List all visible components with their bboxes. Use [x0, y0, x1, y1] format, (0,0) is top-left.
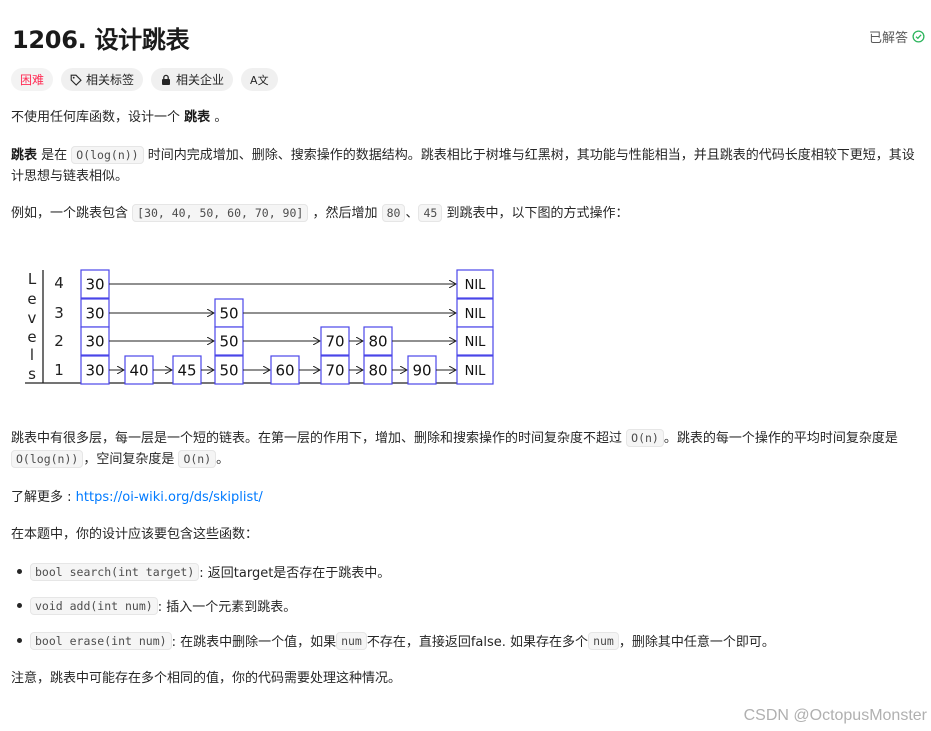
- page-title: 1206. 设计跳表: [12, 26, 190, 54]
- axis-letter: e: [27, 290, 36, 308]
- add-description: : 插入一个元素到跳表。: [157, 600, 297, 615]
- axis-letter: s: [28, 365, 36, 383]
- translate-icon: A文: [250, 73, 269, 87]
- desc-bold: 跳表: [11, 148, 38, 163]
- node-value: 30: [85, 305, 104, 323]
- nil-label: NIL: [465, 364, 487, 379]
- intro-text: 不使用任何库函数，设计一个: [11, 110, 181, 125]
- erase-description-b: 不存在，直接返回false. 如果存在多个: [366, 635, 589, 650]
- watermark: CSDN @OctopusMonster: [743, 707, 927, 724]
- add-signature: void add(int num): [30, 596, 158, 615]
- desc-text-a: 是在: [37, 148, 72, 163]
- node-value: 30: [85, 362, 104, 380]
- levels-text-d: 。: [216, 452, 230, 467]
- tag-bar: 困难 相关标签 相关企业 A文: [11, 68, 278, 91]
- solved-status: 已解答: [869, 27, 925, 46]
- levels-code-3: O(n): [178, 450, 217, 468]
- nil-label: NIL: [465, 335, 487, 350]
- node-value: 30: [85, 276, 104, 294]
- nil-label: NIL: [465, 278, 487, 293]
- example-text-c: 、: [405, 206, 419, 221]
- solved-label: 已解答: [868, 31, 908, 46]
- intro-bold: 跳表: [184, 110, 211, 125]
- levels-code-2: O(log(n)): [11, 450, 84, 468]
- level-label: 4: [54, 274, 64, 292]
- example-value-45: 45: [418, 204, 443, 222]
- bullet: [17, 603, 22, 608]
- bullet: [17, 569, 22, 574]
- learn-more-paragraph: 了解更多 : https://oi-wiki.org/ds/skiplist/: [11, 487, 921, 508]
- node-value: 50: [219, 362, 238, 380]
- axis-letter: l: [30, 346, 34, 364]
- node-value: 70: [325, 333, 344, 351]
- example-text-a: 例如，一个跳表包含: [11, 206, 133, 221]
- levels-paragraph: 跳表中有很多层，每一层是一个短的链表。在第一层的作用下，增加、删除和搜索操作的时…: [11, 428, 921, 470]
- complexity-code: O(log(n)): [71, 146, 144, 164]
- node-value: 80: [368, 333, 387, 351]
- translate-button[interactable]: A文: [241, 68, 278, 91]
- erase-signature: bool erase(int num): [30, 631, 172, 650]
- desc-text-b: 时间内完成增加、删除、搜索操作的数据结构。跳表相比于树堆与红黑树，其功能与性能相…: [11, 148, 915, 184]
- node-value: 30: [85, 333, 104, 351]
- skiplist-link[interactable]: https://oi-wiki.org/ds/skiplist/: [76, 490, 263, 505]
- learn-more-label: 了解更多 :: [11, 490, 76, 505]
- list-item: bool erase(int num) : 在跳表中删除一个值，如果 num 不…: [11, 631, 775, 650]
- node-value: 60: [275, 362, 294, 380]
- example-text-b: ，然后增加: [308, 206, 382, 221]
- list-item: void add(int num) : 插入一个元素到跳表。: [11, 596, 296, 615]
- example-value-80: 80: [381, 204, 406, 222]
- description-paragraph: 跳表 是在 O(log(n)) 时间内完成增加、删除、搜索操作的数据结构。跳表相…: [11, 145, 921, 187]
- node-value: 70: [325, 362, 344, 380]
- list-item: bool search(int target) : 返回target是否存在于跳…: [11, 562, 390, 581]
- level-label: 1: [54, 361, 64, 379]
- node-value: 80: [368, 362, 387, 380]
- topics-tag-button[interactable]: 相关标签: [61, 68, 144, 91]
- lock-icon: [162, 74, 171, 85]
- tag-icon: [70, 74, 82, 86]
- node-value: 45: [177, 362, 196, 380]
- erase-description-c: ，删除其中任意一个即可。: [618, 635, 775, 650]
- levels-text-a: 跳表中有很多层，每一层是一个短的链表。在第一层的作用下，增加、删除和搜索操作的时…: [11, 431, 627, 446]
- axis-letter: L: [28, 270, 37, 288]
- intro-end: 。: [214, 110, 228, 125]
- axis-letter: e: [27, 328, 36, 346]
- erase-description-a: : 在跳表中删除一个值，如果: [171, 635, 337, 650]
- skiplist-diagram: Levels4 30 NIL3 30 50 NIL2 30 50 70 80 NIL1 30 40 45 5…: [25, 269, 494, 385]
- node-value: 40: [129, 362, 148, 380]
- example-array-code: [30, 40, 50, 60, 70, 90]: [132, 204, 309, 222]
- node-value: 90: [412, 362, 431, 380]
- bullet: [17, 638, 22, 643]
- note-paragraph: 注意，跳表中可能存在多个相同的值，你的代码需要处理这种情况。: [11, 671, 402, 686]
- level-label: 3: [54, 304, 64, 322]
- node-value: 50: [219, 305, 238, 323]
- level-label: 2: [54, 332, 64, 350]
- difficulty-label: 困难: [20, 73, 45, 87]
- topics-label: 相关标签: [86, 73, 135, 87]
- task-paragraph: 在本题中，你的设计应该要包含这些函数：: [11, 527, 259, 542]
- difficulty-tag[interactable]: 困难: [11, 68, 54, 91]
- example-text-d: 到跳表中，以下图的方式操作：: [442, 206, 629, 221]
- search-description: : 返回target是否存在于跳表中。: [199, 566, 391, 581]
- levels-text-b: 。跳表的每一个操作的平均时间复杂度是: [663, 431, 898, 446]
- search-signature: bool search(int target): [30, 562, 200, 581]
- erase-num-code-2: num: [588, 631, 619, 650]
- erase-num-code: num: [336, 631, 367, 650]
- example-paragraph: 例如，一个跳表包含 [30, 40, 50, 60, 70, 90] ，然后增加…: [11, 203, 921, 224]
- companies-tag-button[interactable]: 相关企业: [151, 68, 234, 91]
- intro-paragraph: 不使用任何库函数，设计一个 跳表 。: [11, 107, 921, 128]
- node-value: 50: [219, 333, 238, 351]
- axis-letter: v: [28, 309, 37, 327]
- levels-text-c: ，空间复杂度是: [83, 452, 179, 467]
- levels-code-1: O(n): [626, 429, 664, 447]
- nil-label: NIL: [465, 307, 487, 322]
- check-circle-icon: [912, 30, 925, 43]
- companies-label: 相关企业: [176, 73, 225, 87]
